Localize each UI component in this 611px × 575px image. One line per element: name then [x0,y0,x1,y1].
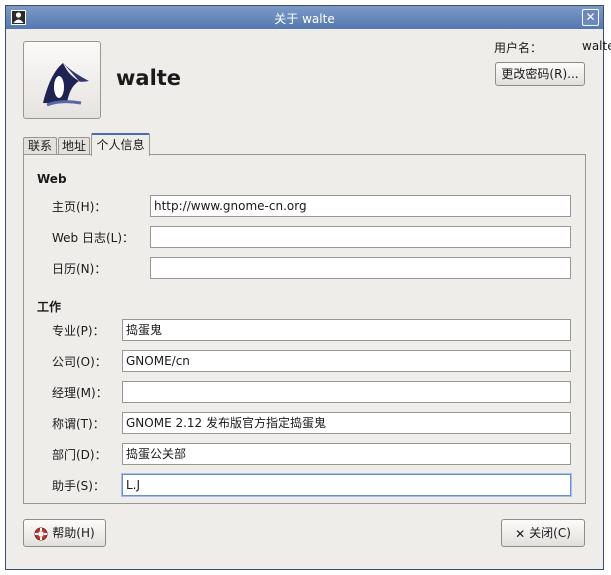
manager-field[interactable] [122,381,571,403]
assistant-field[interactable]: L.J [122,474,571,496]
weblog-field[interactable] [150,226,571,248]
change-password-button[interactable]: 更改密码(R)... [495,62,585,86]
manager-label: 经理(M)： [52,386,108,400]
homepage-field[interactable]: http://www.gnome-cn.org [150,195,571,217]
profession-field[interactable]: 捣蛋鬼 [122,319,571,341]
close-button-label: 关闭(C) [529,526,571,540]
tab-personal-info[interactable]: 个人信息 [91,133,150,156]
help-button-label: 帮助(H) [52,526,95,540]
company-field[interactable]: GNOME/cn [122,350,571,372]
personal-info-panel: Web 主页(H)： http://www.gnome-cn.org Web 日… [23,154,586,504]
title-field[interactable]: GNOME 2.12 发布版官方指定捣蛋鬼 [122,412,571,434]
username-value: walte [582,39,611,53]
department-field[interactable]: 捣蛋公关部 [122,443,571,465]
homepage-label: 主页(H)： [52,200,107,214]
title-bar[interactable]: 关于 walte ✕ [6,6,603,29]
title-label: 称谓(T)： [52,417,105,431]
work-section-title: 工作 [37,300,62,314]
display-name: walte [116,66,182,90]
web-section-title: Web [37,172,67,186]
window-title: 关于 walte [274,12,335,26]
gnome-foot-logo-icon [43,63,89,107]
calendar-field[interactable] [150,257,571,279]
profession-label: 专业(P)： [52,324,105,338]
about-me-dialog: 关于 walte ✕ walte 用户名： walte 更改密码(R)... 联… [5,5,611,570]
close-button[interactable]: ✕ 关闭(C) [501,519,585,547]
assistant-label: 助手(S)： [52,479,105,493]
username-label: 用户名： [494,41,543,55]
department-label: 部门(D)： [52,448,107,462]
close-x-icon: ✕ [515,526,526,541]
window-close-button[interactable]: ✕ [582,9,599,26]
calendar-label: 日历(N)： [52,262,107,276]
lifebuoy-help-icon [34,527,48,540]
help-button[interactable]: 帮助(H) [23,519,106,547]
company-label: 公司(O)： [52,355,107,369]
photo-button[interactable] [23,41,101,119]
weblog-label: Web 日志(L)： [52,231,135,245]
